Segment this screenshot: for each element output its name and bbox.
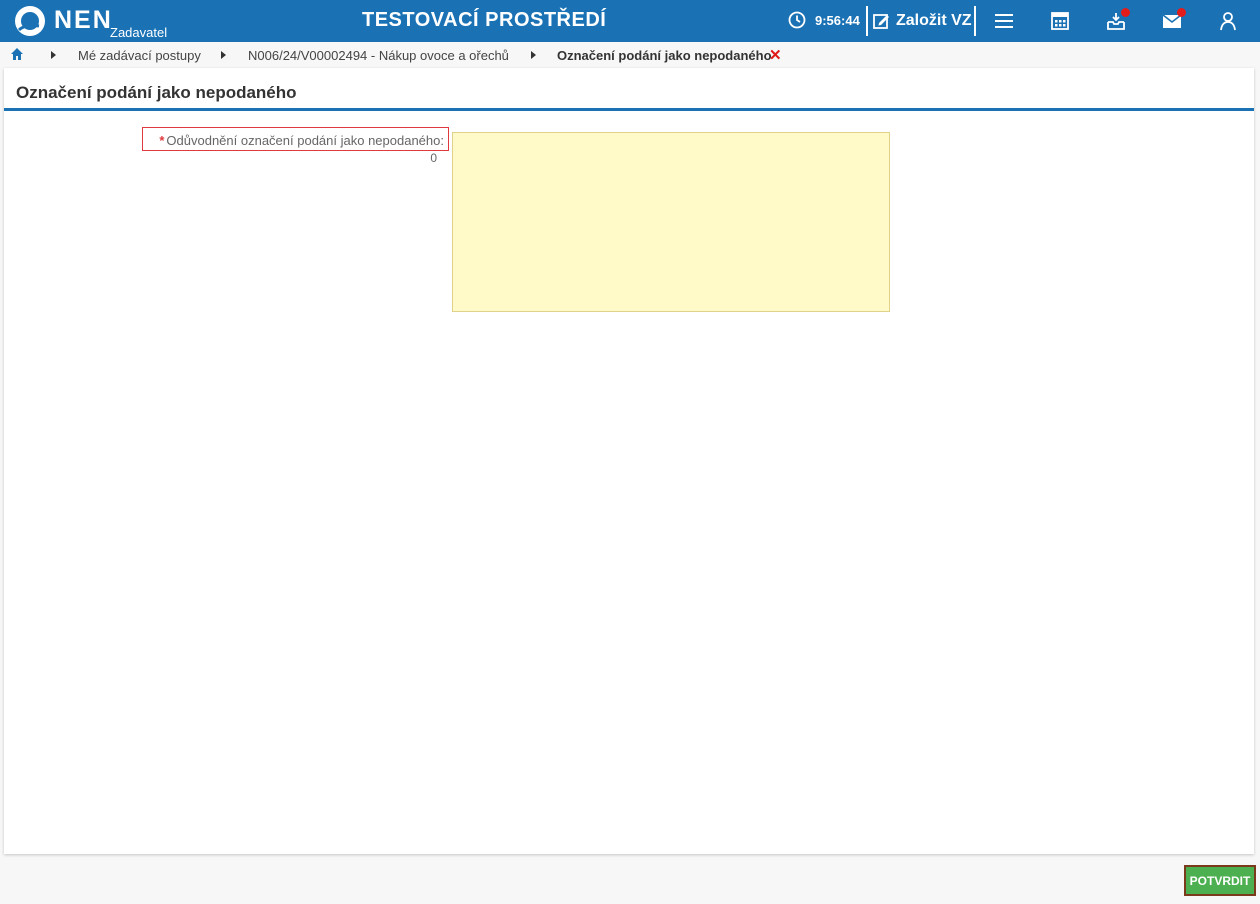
breadcrumb-item-my-procedures[interactable]: Mé zadávací postupy: [78, 48, 201, 63]
edit-icon: [873, 14, 889, 29]
page-title: Označení podání jako nepodaného: [16, 83, 297, 102]
breadcrumb: Mé zadávací postupy N006/24/V00002494 - …: [0, 42, 1260, 68]
close-icon[interactable]: ✕: [769, 46, 782, 64]
new-vz-label: Založit VZ: [896, 12, 972, 29]
calendar-icon[interactable]: [1049, 10, 1071, 32]
confirm-button[interactable]: POTVRDIT: [1184, 865, 1256, 896]
mail-notification-dot: [1177, 8, 1186, 17]
breadcrumb-separator-icon: [221, 51, 226, 59]
justification-label: * Odůvodnění označení podání jako nepodan…: [142, 127, 449, 151]
clock-icon: [788, 11, 806, 29]
top-bar: NEN Zadavatel TESTOVACÍ PROSTŘEDÍ 9:56:4…: [0, 0, 1260, 42]
logo-subtitle: Zadavatel: [110, 25, 168, 40]
character-count: 0: [430, 151, 437, 165]
user-icon[interactable]: [1217, 10, 1239, 32]
menu-icon[interactable]: [993, 10, 1015, 32]
divider: [974, 6, 976, 36]
divider: [866, 6, 868, 36]
justification-label-text: Odůvodnění označení podání jako nepodané…: [166, 133, 444, 148]
session-timer: 9:56:44: [815, 13, 860, 28]
required-mark: *: [159, 133, 165, 148]
environment-title: TESTOVACÍ PROSTŘEDÍ: [362, 9, 607, 31]
breadcrumb-separator-icon: [531, 51, 536, 59]
breadcrumb-item-procedure[interactable]: N006/24/V00002494 - Nákup ovoce a ořechů: [248, 48, 509, 63]
form-panel: Označení podání jako nepodaného * Odůvodn…: [4, 68, 1254, 854]
breadcrumb-separator-icon: [51, 51, 56, 59]
nen-logo-icon[interactable]: [13, 4, 47, 38]
new-vz-button[interactable]: Založit VZ: [870, 6, 974, 36]
panel-header: Označení podání jako nepodaného: [4, 68, 1254, 111]
inbox-notification-dot: [1121, 8, 1130, 17]
breadcrumb-item-current: Označení podání jako nepodaného: [557, 48, 772, 63]
home-icon[interactable]: [10, 47, 24, 61]
justification-textarea[interactable]: [452, 132, 890, 312]
logo-text: NEN: [54, 6, 113, 34]
